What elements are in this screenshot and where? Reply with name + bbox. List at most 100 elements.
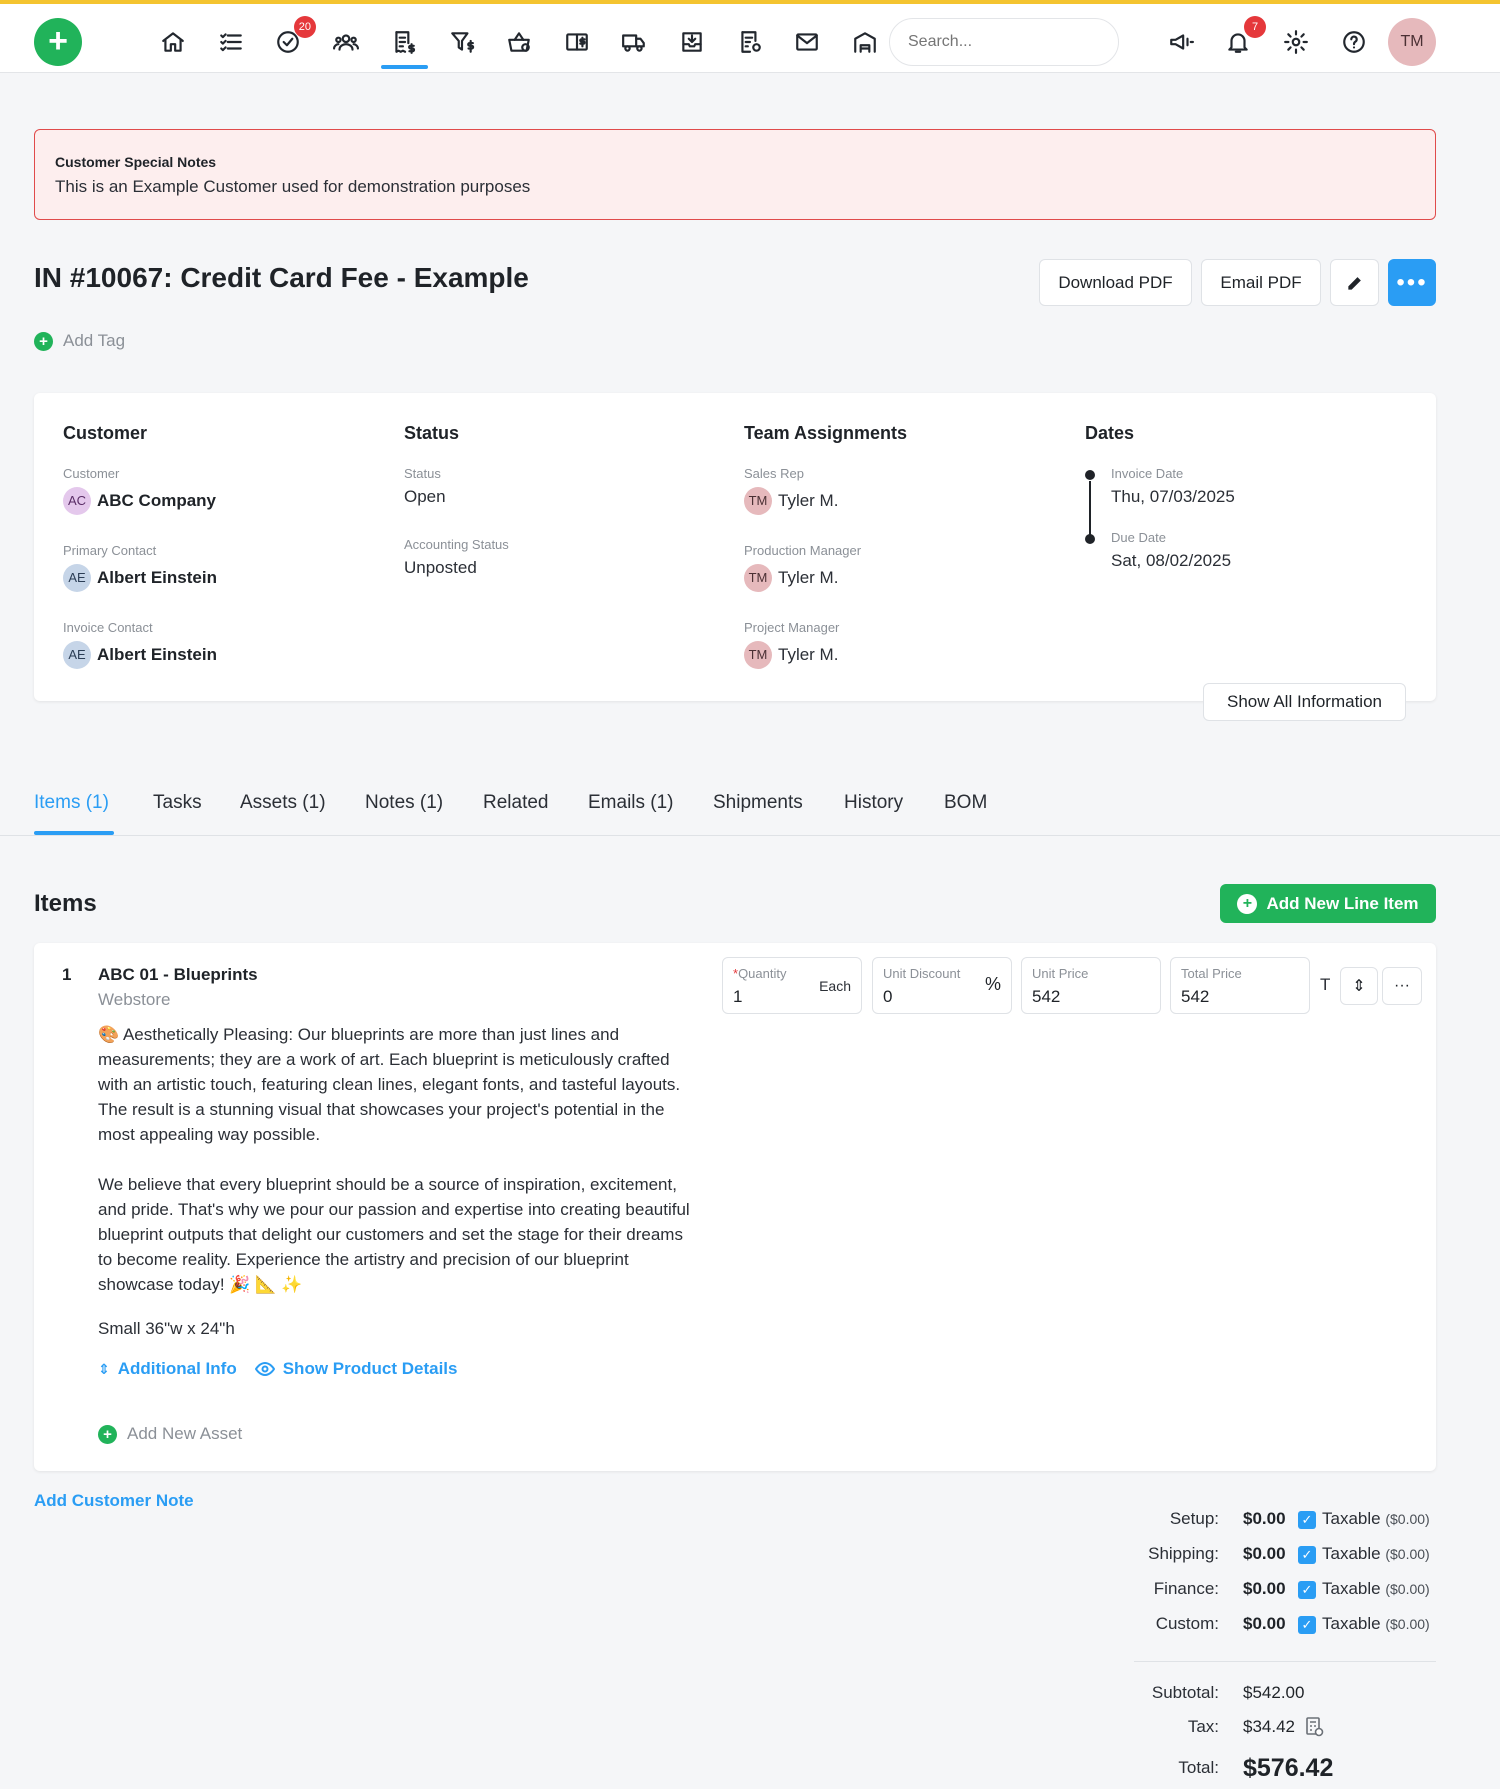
checkbox-checked-icon[interactable]: ✓ — [1298, 1616, 1316, 1634]
invoice-contact-value[interactable]: AE Albert Einstein — [63, 641, 217, 669]
sales-rep-value[interactable]: TM Tyler M. — [744, 487, 907, 515]
line-item-menu-button[interactable]: ··· — [1382, 967, 1422, 1005]
checkbox-checked-icon[interactable]: ✓ — [1298, 1581, 1316, 1599]
help-icon[interactable] — [1336, 24, 1372, 60]
add-customer-note-link[interactable]: Add Customer Note — [34, 1491, 194, 1511]
active-tab-indicator — [34, 831, 114, 835]
taxable-amount: ($0.00) — [1385, 1581, 1430, 1597]
timeline-dot — [1085, 534, 1095, 544]
description-paragraph: We believe that every blueprint should b… — [98, 1175, 690, 1294]
tab-notes[interactable]: Notes (1) — [365, 792, 443, 814]
line-item-source: Webstore — [98, 990, 171, 1009]
finance-label: Finance: — [1153, 1579, 1219, 1598]
total-price-field[interactable]: Total Price 542 — [1170, 957, 1310, 1014]
basket-icon[interactable] — [501, 24, 537, 60]
add-tag-label: Add Tag — [63, 331, 126, 350]
additional-info-label: Additional Info — [117, 1359, 237, 1378]
tab-history[interactable]: History — [844, 792, 903, 814]
quantity-label-text: Quantity — [738, 966, 787, 981]
book-dollar-icon[interactable] — [559, 24, 595, 60]
due-date: Due Date Sat, 08/02/2025 — [1085, 530, 1235, 571]
checkbox-checked-icon[interactable]: ✓ — [1298, 1511, 1316, 1529]
avatar: TM — [744, 487, 772, 515]
tab-related[interactable]: Related — [483, 792, 549, 814]
subtotal-label: Subtotal: — [1151, 1683, 1219, 1702]
unit-price-label: Unit Price — [1032, 966, 1089, 981]
home-icon[interactable] — [155, 24, 191, 60]
grand-total-value: $576.42 — [1243, 1754, 1334, 1782]
unit-discount-field[interactable]: Unit Discount 0 % — [872, 957, 1012, 1014]
finance-value[interactable]: $0.00 — [1243, 1579, 1286, 1599]
primary-contact-label: Primary Contact — [63, 543, 157, 558]
tasks-check-circle-icon[interactable]: 20 — [270, 16, 316, 60]
page-title: IN #10067: Credit Card Fee - Example — [34, 262, 529, 293]
production-manager-value[interactable]: TM Tyler M. — [744, 564, 907, 592]
download-pdf-button[interactable]: Download PDF — [1039, 259, 1192, 306]
setup-value[interactable]: $0.00 — [1243, 1509, 1286, 1529]
invoice-date: Invoice Date Thu, 07/03/2025 — [1085, 466, 1235, 507]
invoice-icon[interactable] — [386, 24, 422, 60]
list-icon[interactable] — [213, 24, 249, 60]
more-actions-button[interactable]: ••• — [1388, 259, 1436, 306]
truck-icon[interactable] — [616, 24, 652, 60]
invoice-date-value: Thu, 07/03/2025 — [1111, 487, 1235, 506]
report-gear-icon[interactable] — [732, 24, 768, 60]
plus-circle-icon: + — [98, 1424, 117, 1444]
avatar: TM — [744, 564, 772, 592]
tab-items[interactable]: Items (1) — [34, 792, 109, 814]
quantity-field[interactable]: *Quantity 1 Each — [722, 957, 862, 1014]
gear-icon[interactable] — [1278, 24, 1314, 60]
taxable-label: Taxable ($0.00) — [1322, 1579, 1430, 1599]
unit-price-field[interactable]: Unit Price 542 — [1021, 957, 1161, 1014]
project-manager-label: Project Manager — [744, 620, 840, 635]
tab-bom[interactable]: BOM — [944, 792, 987, 814]
pencil-icon — [1347, 276, 1361, 290]
megaphone-icon[interactable] — [1163, 24, 1199, 60]
add-tag-link[interactable]: + Add Tag — [34, 331, 125, 351]
invoice-date-label: Invoice Date — [1111, 466, 1184, 481]
customer-label: Customer — [63, 466, 120, 481]
tab-emails[interactable]: Emails (1) — [588, 792, 674, 814]
user-avatar[interactable]: TM — [1388, 18, 1436, 66]
primary-contact-value[interactable]: AE Albert Einstein — [63, 564, 217, 592]
project-manager-value[interactable]: TM Tyler M. — [744, 641, 907, 669]
notes-title: Customer Special Notes — [55, 154, 217, 170]
tab-assets[interactable]: Assets (1) — [240, 792, 326, 814]
line-number: 1 — [62, 965, 72, 984]
custom-value[interactable]: $0.00 — [1243, 1614, 1286, 1634]
invoice-contact-label: Invoice Contact — [63, 620, 153, 635]
bell-icon[interactable]: 7 — [1220, 16, 1266, 60]
accounting-status-label: Accounting Status — [404, 537, 509, 552]
edit-button[interactable] — [1330, 259, 1379, 306]
add-new-asset-link[interactable]: + Add New Asset — [98, 1424, 242, 1444]
customer-name: ABC Company — [97, 491, 217, 510]
users-icon[interactable] — [328, 24, 364, 60]
total-price-value[interactable]: 542 — [1181, 987, 1299, 1007]
customer-value[interactable]: AC ABC Company — [63, 487, 217, 515]
tax-calculator-icon[interactable] — [1306, 1717, 1324, 1742]
taxable-label: Taxable ($0.00) — [1322, 1544, 1430, 1564]
show-all-information-button[interactable]: Show All Information — [1203, 683, 1406, 721]
email-pdf-button[interactable]: Email PDF — [1201, 259, 1321, 306]
unit-discount-value[interactable]: 0 — [883, 987, 1001, 1007]
mail-icon[interactable] — [789, 24, 825, 60]
additional-info-toggle[interactable]: ⇕ Additional Info — [98, 1359, 237, 1379]
add-new-line-item-button[interactable]: + Add New Line Item — [1220, 884, 1436, 923]
inbox-icon[interactable] — [674, 24, 710, 60]
warehouse-icon[interactable] — [847, 24, 883, 60]
description-paragraph: 🎨 Aesthetically Pleasing: Our blueprints… — [98, 1025, 681, 1144]
taxable-text: Taxable — [1322, 1544, 1381, 1563]
filter-dollar-icon[interactable] — [444, 24, 480, 60]
reorder-button[interactable]: ⇕ — [1340, 967, 1378, 1005]
unit-price-value[interactable]: 542 — [1032, 987, 1150, 1007]
tab-shipments[interactable]: Shipments — [713, 792, 803, 814]
total-row: Total: $576.42 — [1100, 1754, 1436, 1786]
checkbox-checked-icon[interactable]: ✓ — [1298, 1546, 1316, 1564]
line-item-name[interactable]: ABC 01 - Blueprints — [98, 965, 258, 985]
search-input[interactable] — [889, 18, 1119, 66]
custom-label: Custom: — [1155, 1614, 1219, 1633]
tab-tasks[interactable]: Tasks — [153, 792, 202, 814]
show-product-details-link[interactable]: Show Product Details — [254, 1359, 457, 1379]
create-new-button[interactable]: + — [34, 18, 82, 66]
shipping-value[interactable]: $0.00 — [1243, 1544, 1286, 1564]
